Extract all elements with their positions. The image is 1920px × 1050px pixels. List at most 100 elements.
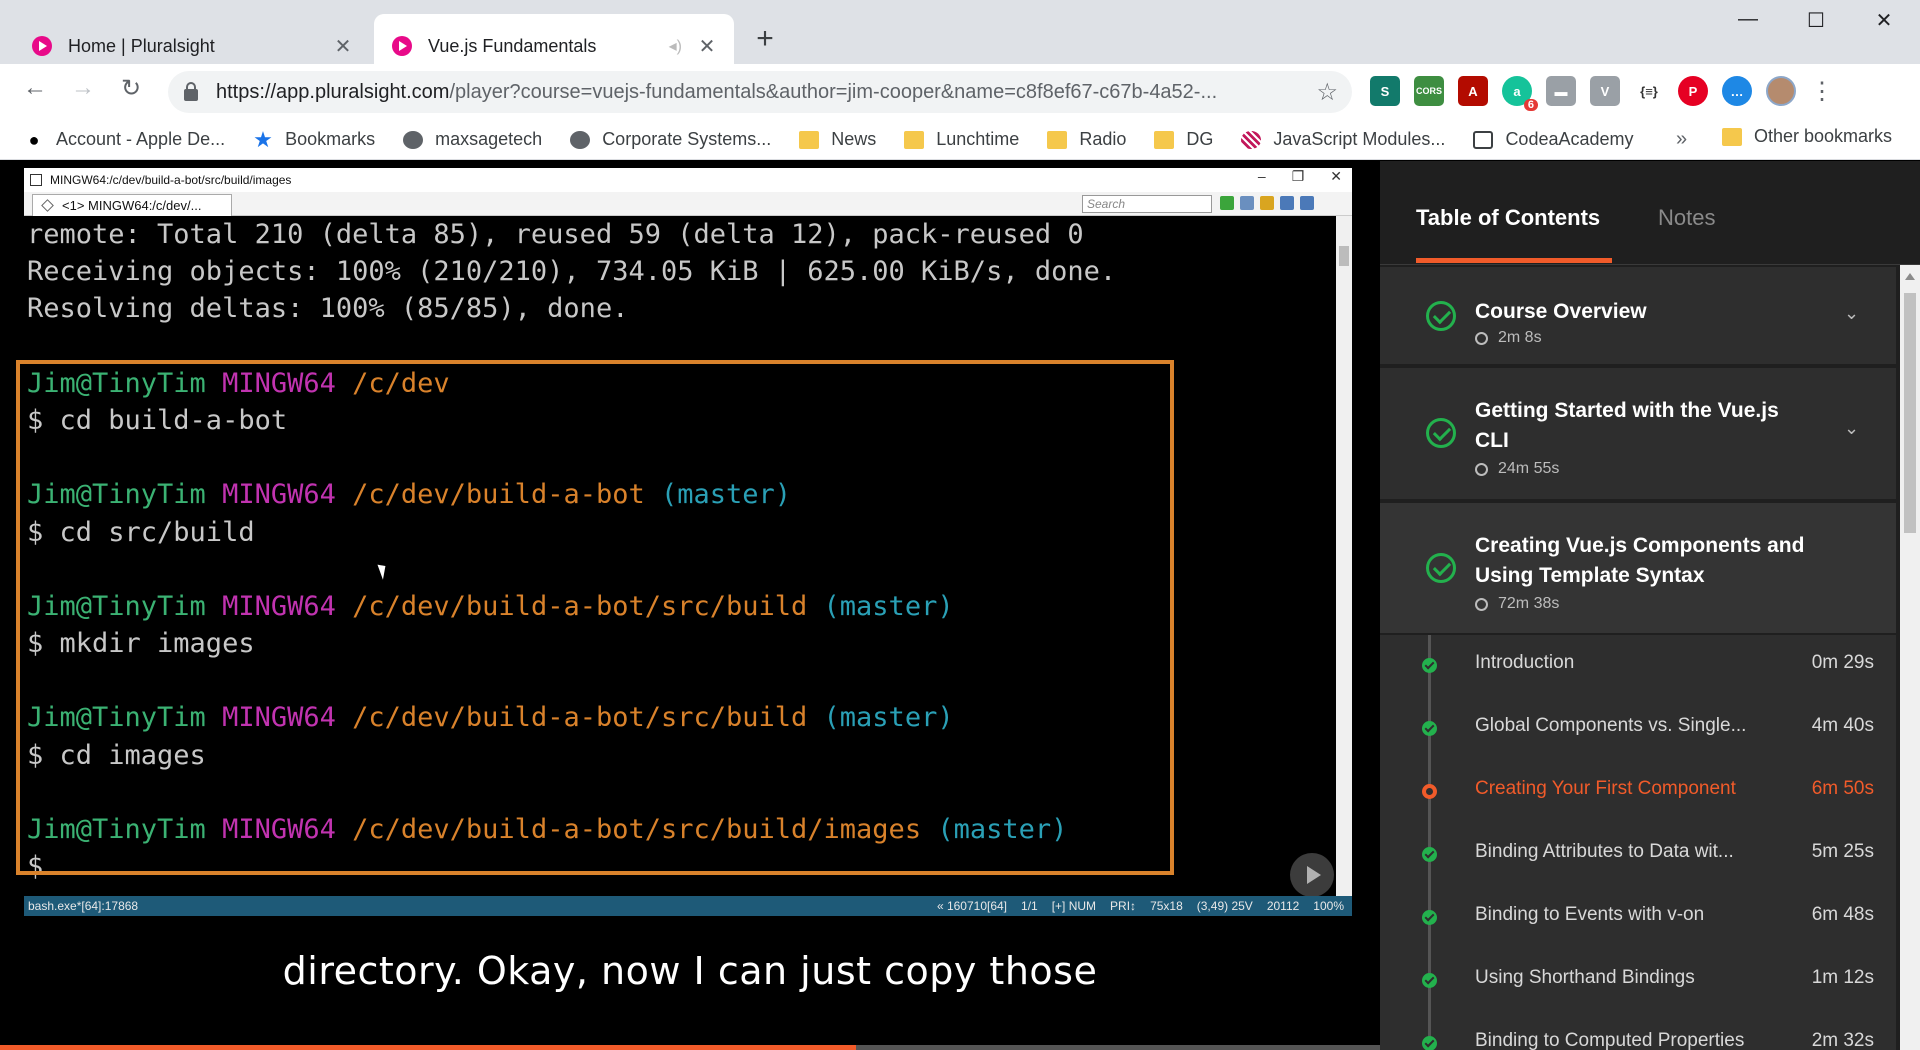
audio-icon[interactable]: ◂) — [669, 36, 682, 56]
terminal-toolbar-icons — [1220, 196, 1314, 210]
lock-icon — [1260, 196, 1274, 210]
clip-title: Using Shorthand Bindings — [1475, 967, 1695, 988]
clip-title: Global Components vs. Single... — [1475, 715, 1747, 736]
terminal-icon — [30, 174, 42, 186]
terminal-output: remote: Total 210 (delta 85), reused 59 … — [24, 216, 1352, 896]
menu-kebab-icon[interactable]: ⋮ — [1810, 77, 1834, 106]
bookmark-javascript-modules[interactable]: JavaScript Modules... — [1241, 129, 1445, 150]
clip-item[interactable]: Binding to Events with v-on 6m 48s — [1380, 892, 1896, 955]
terminal-line: Jim@TinyTim MINGW64 /c/dev/build-a-bot (… — [27, 479, 792, 511]
bookmark-radio[interactable]: Radio — [1047, 129, 1126, 150]
clip-item[interactable]: Global Components vs. Single... 4m 40s — [1380, 703, 1896, 766]
clip-title: Binding to Computed Properties — [1475, 1030, 1745, 1050]
sidebar-scrollbar[interactable] — [1900, 265, 1920, 1050]
tab-table-of-contents[interactable]: Table of Contents — [1416, 205, 1600, 231]
terminal-line: Receiving objects: 100% (210/210), 734.0… — [27, 256, 1117, 288]
module-course-overview[interactable]: Course Overview 2m 8s ⌄ — [1380, 267, 1896, 366]
tab-close-icon[interactable]: ✕ — [696, 34, 718, 59]
grammarly-badge: 6 — [1523, 99, 1538, 111]
close-window-icon[interactable]: ✕ — [1864, 8, 1904, 33]
status-field: 75x18 — [1150, 899, 1183, 913]
video-caption: directory. Okay, now I can just copy tho… — [282, 949, 1098, 993]
folder-icon — [904, 130, 925, 149]
tab-close-icon[interactable]: ✕ — [332, 34, 354, 59]
comment-icon[interactable]: ▬ — [1546, 76, 1576, 106]
bookmark-lunchtime[interactable]: Lunchtime — [904, 129, 1019, 150]
url-host: https://app.pluralsight.com — [216, 80, 450, 103]
terminal-line: Jim@TinyTim MINGW64 /c/dev/build-a-bot/s… — [27, 814, 1068, 845]
module-title: Course Overview — [1475, 300, 1647, 323]
terminal-tab-label: <1> MINGW64:/c/dev/... — [62, 198, 202, 213]
terminal-line: Jim@TinyTim MINGW64 /c/dev/build-a-bot/s… — [27, 590, 954, 622]
scroll-up-icon[interactable] — [1905, 273, 1915, 280]
terminal-line: $ cd src/build — [27, 516, 255, 548]
clip-duration: 4m 40s — [1811, 715, 1874, 736]
clip-title: Creating Your First Component — [1475, 778, 1736, 799]
maximize-window-icon[interactable]: ☐ — [1796, 8, 1836, 33]
reload-icon[interactable]: ↻ — [114, 74, 148, 103]
address-bar[interactable]: https://app.pluralsight.com/player?cours… — [168, 71, 1352, 113]
sidebar-tabs: Table of Contents Notes — [1380, 161, 1920, 265]
back-arrow-icon[interactable]: ← — [18, 74, 52, 102]
grammarly-icon[interactable]: a6 — [1502, 76, 1538, 111]
messenger-icon[interactable]: … — [1722, 76, 1752, 106]
current-clip-icon — [1422, 784, 1437, 799]
video-progress-bar[interactable] — [0, 1045, 1380, 1050]
minimize-window-icon[interactable]: — — [1728, 8, 1768, 31]
tab-title: Home | Pluralsight — [68, 35, 215, 56]
pdf-icon[interactable]: A — [1458, 76, 1488, 106]
star-icon: ★ — [253, 126, 273, 152]
clip-item[interactable]: Introduction 0m 29s — [1380, 640, 1896, 703]
folder-icon — [1722, 127, 1742, 146]
stylus-icon[interactable]: S — [1370, 76, 1400, 106]
lock-icon — [184, 81, 198, 101]
terminal-status-bar: bash.exe*[64]:17868 « 160710[64] 1/1 [+] N… — [24, 896, 1352, 916]
bookmark-codeaacademy[interactable]: CodeaAcademy — [1473, 129, 1634, 150]
completed-check-icon — [1426, 301, 1456, 331]
url-text[interactable]: https://app.pluralsight.com/player?cours… — [216, 81, 1316, 104]
bookmark-star-icon[interactable]: ☆ — [1316, 78, 1338, 107]
clip-item[interactable]: Binding Attributes to Data wit... 5m 25s — [1380, 829, 1896, 892]
terminal-tab-icon — [41, 199, 54, 212]
folder-icon — [1154, 130, 1175, 149]
clip-title: Introduction — [1475, 652, 1575, 673]
chevron-down-icon[interactable]: ⌄ — [1844, 418, 1859, 439]
module-creating-components[interactable]: Creating Vue.js Components and Using Tem… — [1380, 503, 1896, 635]
new-tab-button[interactable]: + — [750, 24, 780, 54]
chevron-down-icon[interactable]: ⌄ — [1844, 303, 1859, 324]
bookmark-apple-account[interactable]: ● Account - Apple De... — [24, 129, 226, 150]
terminal-line: $ cd images — [27, 739, 206, 771]
bookmark-other-bookmarks[interactable]: Other bookmarks — [1722, 126, 1892, 147]
clip-title: Binding Attributes to Data wit... — [1475, 841, 1734, 862]
status-process: bash.exe*[64]:17868 — [28, 899, 139, 913]
url-path: /player?course=vuejs-fundamentals&author… — [449, 80, 1218, 103]
forward-arrow-icon[interactable]: → — [66, 74, 100, 102]
clip-item[interactable]: Binding to Computed Properties 2m 32s — [1380, 1018, 1896, 1050]
status-field: « 160710[64] — [936, 899, 1008, 913]
terminal-window-buttons: – ❐ ✕ — [1258, 168, 1342, 185]
more-bookmarks-chevron-icon[interactable]: » — [1676, 128, 1687, 151]
course-sidebar: Table of Contents Notes Course Overview … — [1380, 161, 1920, 1050]
bookmark-news[interactable]: News — [799, 129, 876, 150]
tab-notes[interactable]: Notes — [1658, 205, 1715, 231]
module-title: Getting Started with the Vue.js CLI — [1475, 399, 1779, 452]
profile-avatar[interactable] — [1766, 76, 1796, 106]
completed-clip-icon — [1422, 847, 1437, 862]
clip-item[interactable]: Creating Your First Component 6m 50s — [1380, 766, 1896, 829]
bookmark-bookmarks[interactable]: ★ Bookmarks — [253, 126, 375, 152]
json-icon[interactable]: {≡} — [1634, 76, 1664, 106]
bookmark-maxsagetech[interactable]: maxsagetech — [403, 129, 542, 150]
vuetools-icon[interactable]: V — [1590, 76, 1620, 106]
module-getting-started[interactable]: Getting Started with the Vue.js CLI 24m … — [1380, 368, 1896, 501]
terminal-tab-bar: <1> MINGW64:/c/dev/... Search — [24, 192, 1352, 216]
video-player[interactable]: MINGW64:/c/dev/build-a-bot/src/build/ima… — [0, 161, 1380, 1050]
cors-icon[interactable]: CORS — [1414, 76, 1444, 106]
bookmark-dg[interactable]: DG — [1154, 129, 1213, 150]
browser-toolbar: ← → ↻ https://app.pluralsight.com/player… — [0, 64, 1920, 120]
folder-icon — [1047, 130, 1068, 149]
bookmark-corporate-systems[interactable]: Corporate Systems... — [570, 129, 771, 150]
completed-clip-icon — [1422, 973, 1437, 988]
pluralsight-favicon-icon — [32, 36, 52, 56]
pinterest-icon[interactable]: P — [1678, 76, 1708, 106]
clip-item[interactable]: Using Shorthand Bindings 1m 12s — [1380, 955, 1896, 1018]
